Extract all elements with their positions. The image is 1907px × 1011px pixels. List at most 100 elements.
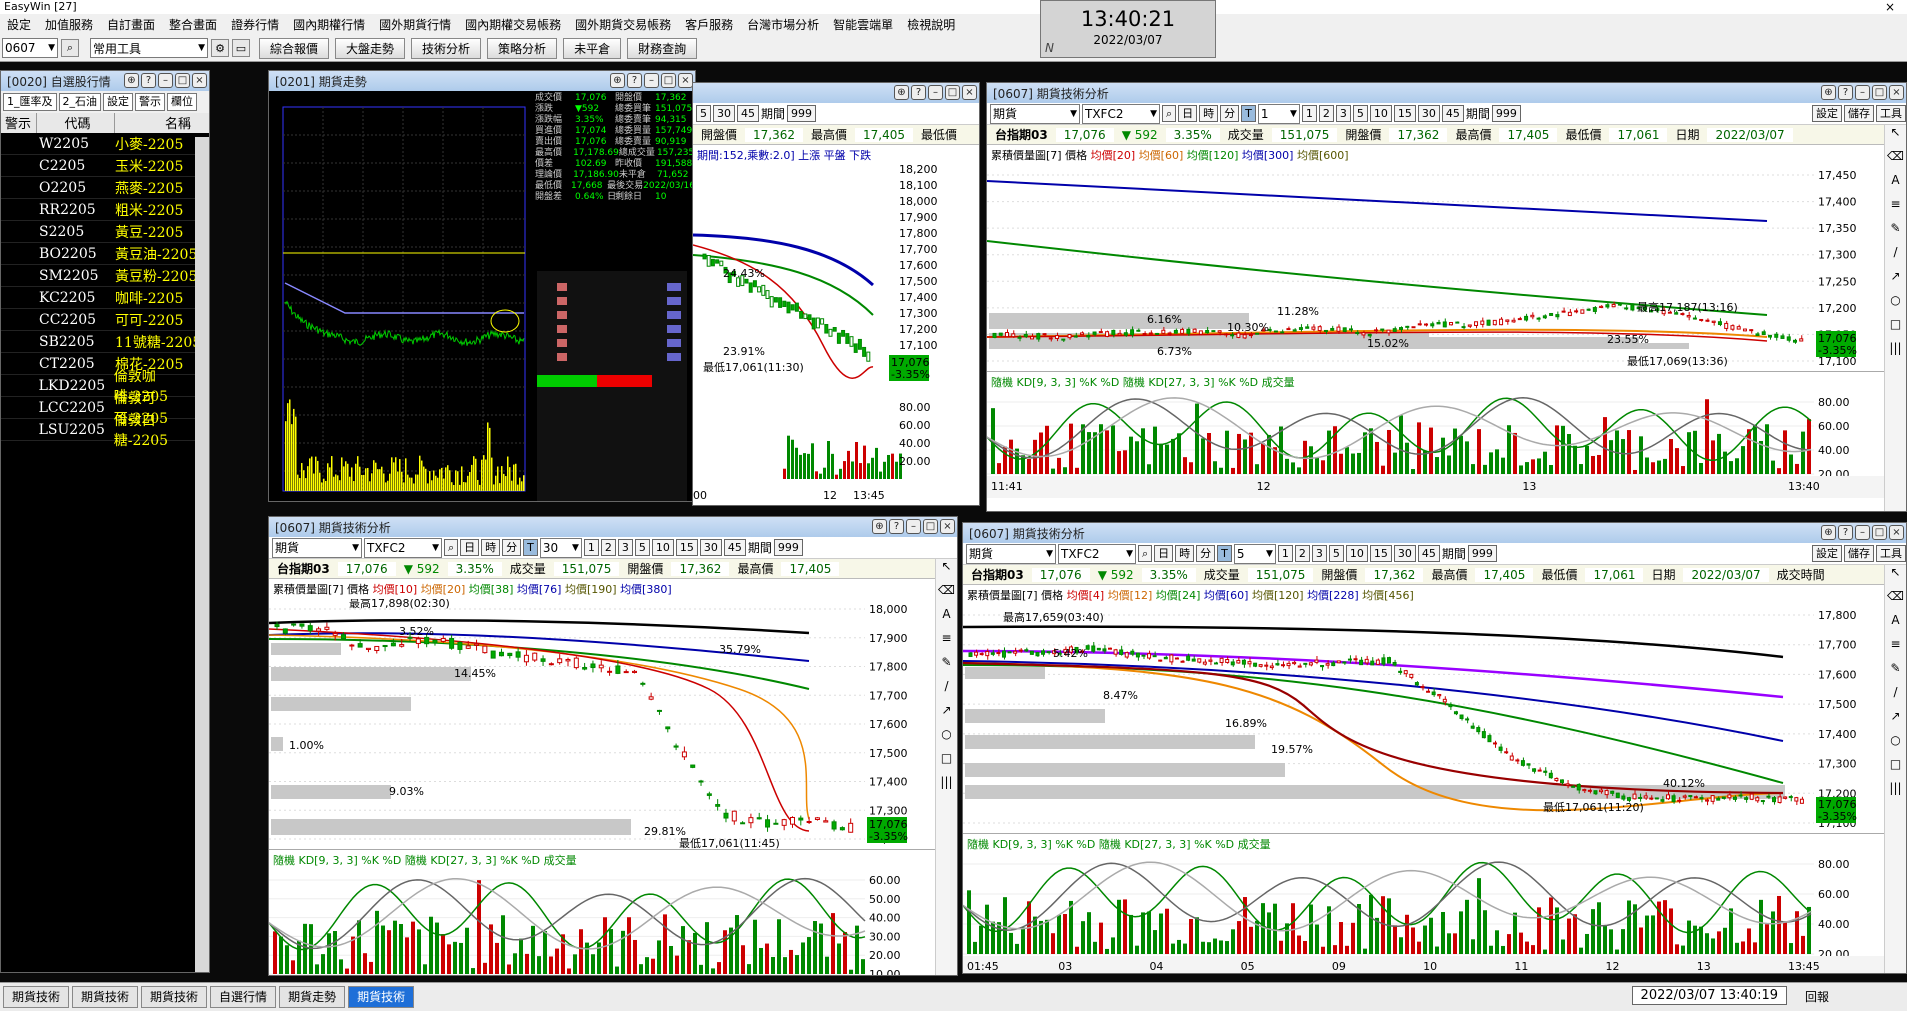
menu-item[interactable]: 設定 (0, 16, 38, 33)
maximize-icon[interactable]: □ (661, 73, 676, 88)
arrow-icon[interactable]: ↗ (1885, 269, 1906, 293)
maximize-icon[interactable]: □ (945, 85, 960, 100)
rect-icon[interactable]: □ (1885, 757, 1906, 781)
brush-icon[interactable]: ✎ (936, 655, 957, 679)
watchlist-tab[interactable]: 欄位 (167, 93, 197, 111)
action-button[interactable]: 設定 (1812, 545, 1842, 562)
period-num-btn[interactable]: 2 (600, 539, 616, 556)
search-icon[interactable]: ⌕ (1138, 545, 1153, 562)
action-button[interactable]: 工具 (1876, 545, 1906, 562)
interval-btn[interactable]: 時 (1175, 545, 1195, 562)
menu-item[interactable]: 檢視說明 (900, 16, 962, 33)
period-count-input[interactable]: 999 (773, 539, 803, 556)
close-icon[interactable]: × (1889, 525, 1904, 540)
period-btn[interactable]: 30 (713, 105, 735, 122)
close-icon[interactable]: × (1889, 85, 1904, 100)
period-num-btn[interactable]: 3 (1335, 105, 1351, 122)
interval-btn[interactable]: 分 (1220, 105, 1240, 122)
text-icon[interactable]: A (1885, 173, 1906, 197)
circle-icon[interactable]: ○ (936, 727, 957, 751)
interval-btn[interactable]: T (1241, 105, 1256, 122)
period-num-btn[interactable]: 5 (1328, 545, 1344, 562)
help-icon[interactable]: ? (1838, 525, 1853, 540)
menu-item[interactable]: 整合畫面 (162, 16, 224, 33)
minimize-icon[interactable]: – (906, 519, 921, 534)
interval-btn[interactable]: 分 (1196, 545, 1216, 562)
close-icon[interactable]: × (192, 73, 207, 88)
text-icon[interactable]: A (1885, 613, 1906, 637)
maximize-icon[interactable]: □ (1872, 85, 1887, 100)
chart_br-price-plot[interactable]: 17,80017,70017,60017,50017,40017,30017,2… (963, 605, 1884, 833)
toolbar-button[interactable]: 技術分析 (411, 37, 482, 59)
help-icon[interactable]: ? (889, 519, 904, 534)
interval-btn[interactable]: 時 (481, 539, 501, 556)
close-icon[interactable]: × (940, 519, 955, 534)
period-num-btn[interactable]: 2 (1318, 105, 1334, 122)
table-row[interactable]: LSU2205 倫敦白糖-2205 (1, 413, 209, 449)
action-button[interactable]: 儲存 (1844, 105, 1874, 122)
chart_tr-kd-plot[interactable]: 80.0060.0040.0020.0011:41 12 13 13:40 (987, 392, 1884, 498)
period-num-btn[interactable]: 15 (675, 539, 698, 556)
table-row[interactable]: W2205 小麥-2205 (1, 133, 209, 155)
interval-btn[interactable]: T (523, 539, 538, 556)
link-icon[interactable]: ⊕ (610, 73, 625, 88)
period-num-btn[interactable]: 10 (1369, 105, 1392, 122)
eraser-icon[interactable]: ⌫ (1885, 589, 1906, 613)
chart_tr-titlebar[interactable]: [0607] 期貨技術分析 ⊕? – □ × (987, 83, 1906, 103)
rect-icon[interactable]: □ (1885, 317, 1906, 341)
period-count-input[interactable]: 999 (1491, 105, 1521, 122)
link-icon[interactable]: ⊕ (1821, 525, 1836, 540)
circle-icon[interactable]: ○ (1885, 293, 1906, 317)
table-row[interactable]: CC2205 可可-2205 (1, 309, 209, 331)
period-num-btn[interactable]: 15 (1369, 545, 1392, 562)
close-icon[interactable]: × (962, 85, 977, 100)
line-icon[interactable]: / (1885, 685, 1906, 709)
help-icon[interactable]: ? (627, 73, 642, 88)
period-num-btn[interactable]: 30 (699, 539, 722, 556)
period-btn[interactable]: 5 (696, 105, 711, 122)
close-icon[interactable]: × (678, 73, 693, 88)
watchlist-tab[interactable]: 1_匯率及 (3, 93, 57, 111)
table-row[interactable]: O2205 燕麥-2205 (1, 177, 209, 199)
chart_bl-titlebar[interactable]: [0607] 期貨技術分析 ⊕? – □ × (269, 517, 957, 537)
watchlist-tab[interactable]: 警示 (135, 93, 165, 111)
chart_tr-price-plot[interactable]: 17,45017,40017,35017,30017,25017,20017,1… (987, 165, 1884, 371)
gear-icon[interactable]: ⚙ (211, 39, 229, 57)
interval-combo[interactable]: 1 ▼ (1257, 103, 1300, 124)
col-code[interactable]: 代碼 (37, 113, 115, 133)
minimize-icon[interactable]: – (644, 73, 659, 88)
period-num-btn[interactable]: 10 (651, 539, 674, 556)
table-row[interactable]: RR2205 粗米-2205 (1, 199, 209, 221)
toolbar-button[interactable]: 策略分析 (487, 37, 558, 59)
symbol-combo[interactable]: TXFC2 ▼ (364, 537, 442, 558)
toolbar-button[interactable]: 財務查詢 (627, 37, 698, 59)
table-row[interactable]: SB2205 11號糖-2205 (1, 331, 209, 353)
cursor-icon[interactable]: ↖ (1885, 125, 1906, 149)
menu-item[interactable]: 客戶服務 (678, 16, 740, 33)
taskbar-tab[interactable]: 期貨走勢 (279, 986, 346, 1008)
menu-item[interactable]: 台灣市場分析 (740, 16, 826, 33)
interval-btn[interactable]: 時 (1199, 105, 1219, 122)
table-row[interactable]: C2205 玉米-2205 (1, 155, 209, 177)
minimize-icon[interactable]: – (928, 85, 943, 100)
arrow-icon[interactable]: ↗ (936, 703, 957, 727)
help-icon[interactable]: ? (1838, 85, 1853, 100)
interval-btn[interactable]: 日 (1178, 105, 1198, 122)
menu-item[interactable]: 國外期貨行情 (372, 16, 458, 33)
interval-btn[interactable]: 日 (1154, 545, 1174, 562)
taskbar-tab[interactable]: 期貨技術 (141, 986, 208, 1008)
stock-code-combo[interactable]: 0607 ▼ (2, 38, 58, 58)
toolbar-button[interactable]: 未平倉 (563, 37, 622, 59)
search-icon[interactable]: ⌕ (444, 539, 459, 556)
link-icon[interactable]: ⊕ (1821, 85, 1836, 100)
circle-icon[interactable]: ○ (1885, 733, 1906, 757)
cursor-icon[interactable]: ↖ (936, 559, 957, 583)
text-icon[interactable]: A (936, 607, 957, 631)
col-alert[interactable]: 警示 (1, 113, 37, 133)
chart_bl-price-plot[interactable]: 18,000 17,900 17,800 17,700 17,600 17,500 17,4… (269, 599, 935, 849)
menu-item[interactable]: 智能雲端單 (826, 16, 900, 33)
period-num-btn[interactable]: 5 (1352, 105, 1368, 122)
minimize-icon[interactable]: – (1855, 525, 1870, 540)
symbol-combo[interactable]: TXFC2 ▼ (1082, 103, 1160, 124)
period-num-btn[interactable]: 30 (1417, 105, 1440, 122)
